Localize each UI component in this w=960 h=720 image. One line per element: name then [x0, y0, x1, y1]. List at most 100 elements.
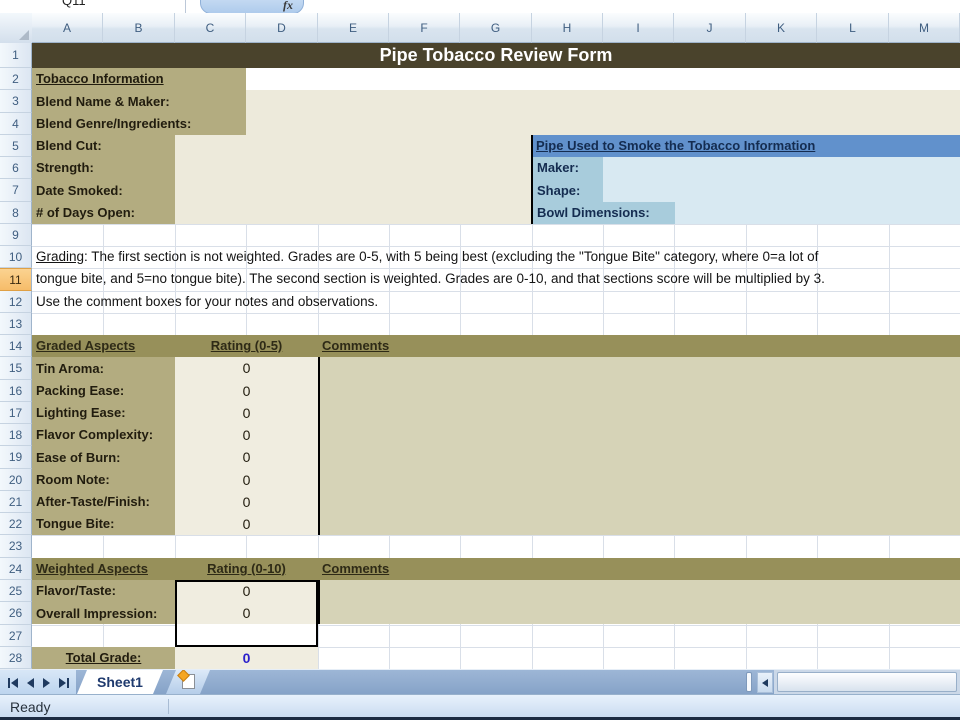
- graded-label-cell[interactable]: Flavor Complexity:: [32, 424, 175, 446]
- row-header-27[interactable]: 27: [0, 625, 32, 647]
- tobacco-section-header[interactable]: Tobacco Information: [32, 68, 246, 90]
- row-header-14[interactable]: 14: [0, 335, 32, 357]
- pipe-field-label[interactable]: Bowl Dimensions:: [533, 202, 675, 224]
- row-header-19[interactable]: 19: [0, 446, 32, 469]
- column-header-f[interactable]: F: [389, 13, 460, 43]
- fx-button[interactable]: fx: [200, 0, 304, 14]
- next-sheet-button[interactable]: [43, 678, 50, 688]
- tobacco-field-label[interactable]: Blend Genre/Ingredients:: [32, 113, 246, 135]
- row-header-15[interactable]: 15: [0, 357, 32, 380]
- total-grade-label[interactable]: Total Grade:: [32, 647, 175, 669]
- insert-worksheet-tab[interactable]: [166, 670, 210, 694]
- weighted-label-cell[interactable]: Flavor/Taste:: [32, 580, 175, 602]
- weighted-label-cell[interactable]: Overall Impression:: [32, 602, 175, 625]
- grading-note-line3[interactable]: Use the comment boxes for your notes and…: [36, 291, 378, 313]
- comments-header-2[interactable]: Comments: [322, 558, 522, 580]
- row-header-6[interactable]: 6: [0, 157, 32, 179]
- tobacco-field-label[interactable]: # of Days Open:: [32, 202, 246, 224]
- row-header-20[interactable]: 20: [0, 469, 32, 491]
- row-header-3[interactable]: 3: [0, 90, 32, 113]
- row-header-7[interactable]: 7: [0, 179, 32, 202]
- graded-comments-area[interactable]: [318, 357, 960, 535]
- rating-0-5-header[interactable]: Rating (0-5): [175, 335, 318, 357]
- row-header-10[interactable]: 10: [0, 246, 32, 268]
- scroll-left-button[interactable]: [757, 672, 773, 693]
- tobacco-field-label[interactable]: Blend Name & Maker:: [32, 90, 246, 113]
- last-sheet-button[interactable]: [59, 678, 69, 688]
- row-header-1[interactable]: 1: [0, 43, 32, 68]
- row-header-13[interactable]: 13: [0, 313, 32, 335]
- graded-rating-cell[interactable]: 0: [175, 380, 318, 402]
- horizontal-scrollbar[interactable]: [774, 670, 960, 695]
- row-header-26[interactable]: 26: [0, 602, 32, 625]
- row-header-23[interactable]: 23: [0, 535, 32, 558]
- row-header-25[interactable]: 25: [0, 580, 32, 602]
- graded-rating-cell[interactable]: 0: [175, 513, 318, 535]
- rating-0-10-header[interactable]: Rating (0-10): [175, 558, 318, 580]
- weighted-rating-cell[interactable]: 0: [175, 602, 318, 625]
- graded-label-cell[interactable]: Ease of Burn:: [32, 446, 175, 469]
- graded-rating-cell[interactable]: 0: [175, 469, 318, 491]
- grading-note-line1[interactable]: Grading: The first section is not weight…: [36, 246, 818, 268]
- column-header-d[interactable]: D: [246, 13, 318, 43]
- graded-label-cell[interactable]: Room Note:: [32, 469, 175, 491]
- pipe-field-label[interactable]: Shape:: [533, 179, 675, 202]
- row-header-21[interactable]: 21: [0, 491, 32, 513]
- column-header-i[interactable]: I: [603, 13, 674, 43]
- row-header-16[interactable]: 16: [0, 380, 32, 402]
- weighted-comments-area[interactable]: [318, 580, 960, 624]
- column-header-m[interactable]: M: [889, 13, 960, 43]
- pipe-field-label[interactable]: Maker:: [533, 157, 675, 179]
- column-header-h[interactable]: H: [532, 13, 603, 43]
- pipe-entry-area-2[interactable]: [675, 202, 960, 224]
- tobacco-field-label[interactable]: Date Smoked:: [32, 179, 246, 202]
- tab-splitter-handle[interactable]: [746, 672, 752, 692]
- graded-rating-cell[interactable]: 0: [175, 402, 318, 424]
- tobacco-entry-area-top[interactable]: [246, 90, 960, 135]
- row-header-24[interactable]: 24: [0, 558, 32, 580]
- graded-rating-cell[interactable]: 0: [175, 424, 318, 446]
- first-sheet-button[interactable]: [8, 678, 18, 688]
- row2-blank-cells[interactable]: [246, 68, 960, 90]
- row-header-17[interactable]: 17: [0, 402, 32, 424]
- column-header-a[interactable]: A: [32, 13, 103, 43]
- column-header-k[interactable]: K: [746, 13, 817, 43]
- row-header-22[interactable]: 22: [0, 513, 32, 535]
- weighted-rating-cell[interactable]: 0: [175, 580, 318, 602]
- column-header-b[interactable]: B: [103, 13, 175, 43]
- select-all-button[interactable]: [0, 13, 33, 44]
- tobacco-field-label[interactable]: Blend Cut:: [32, 135, 246, 157]
- row-header-2[interactable]: 2: [0, 68, 32, 90]
- graded-label-cell[interactable]: Packing Ease:: [32, 380, 175, 402]
- prev-sheet-button[interactable]: [27, 678, 34, 688]
- row-header-11[interactable]: 11: [0, 268, 32, 291]
- row-header-5[interactable]: 5: [0, 135, 32, 157]
- graded-rating-cell[interactable]: 0: [175, 491, 318, 513]
- tab-sheet1[interactable]: Sheet1: [77, 670, 163, 694]
- column-header-e[interactable]: E: [318, 13, 389, 43]
- row-header-4[interactable]: 4: [0, 113, 32, 135]
- pipe-section-header[interactable]: Pipe Used to Smoke the Tobacco Informati…: [533, 135, 960, 157]
- row-header-12[interactable]: 12: [0, 291, 32, 313]
- grading-note-line2[interactable]: tongue bite, and 5=no tongue bite). The …: [36, 268, 825, 290]
- row-header-18[interactable]: 18: [0, 424, 32, 446]
- column-header-g[interactable]: G: [460, 13, 532, 43]
- total-grade-value[interactable]: 0: [175, 647, 318, 669]
- name-box[interactable]: Q11: [62, 0, 86, 8]
- graded-label-cell[interactable]: Lighting Ease:: [32, 402, 175, 424]
- row-header-8[interactable]: 8: [0, 202, 32, 224]
- horizontal-scrollbar-thumb[interactable]: [777, 672, 957, 692]
- tobacco-field-label[interactable]: Strength:: [32, 157, 246, 179]
- graded-label-cell[interactable]: After-Taste/Finish:: [32, 491, 175, 513]
- comments-header-1[interactable]: Comments: [322, 335, 522, 357]
- row-header-9[interactable]: 9: [0, 224, 32, 246]
- column-header-c[interactable]: C: [175, 13, 246, 43]
- row-header-28[interactable]: 28: [0, 647, 32, 669]
- title-cell[interactable]: Pipe Tobacco Review Form: [32, 43, 960, 68]
- column-header-j[interactable]: J: [674, 13, 746, 43]
- graded-rating-cell[interactable]: 0: [175, 357, 318, 380]
- graded-label-cell[interactable]: Tongue Bite:: [32, 513, 175, 535]
- graded-rating-cell[interactable]: 0: [175, 446, 318, 469]
- graded-label-cell[interactable]: Tin Aroma:: [32, 357, 175, 380]
- column-header-l[interactable]: L: [817, 13, 889, 43]
